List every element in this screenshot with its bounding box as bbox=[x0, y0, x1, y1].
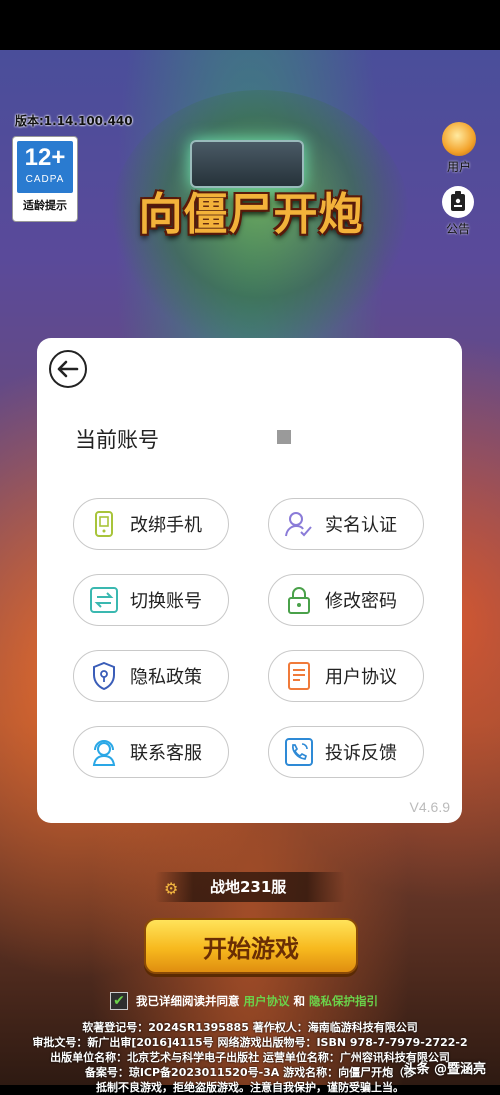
real-name-verify-label: 实名认证 bbox=[325, 515, 397, 536]
real-name-verify-button[interactable]: 实名认证 bbox=[268, 498, 424, 550]
current-account-value bbox=[277, 430, 291, 444]
change-password-button[interactable]: 修改密码 bbox=[268, 574, 424, 626]
age-rating-box: 12+ CADPA bbox=[17, 141, 73, 193]
privacy-policy-button[interactable]: 隐私政策 bbox=[73, 650, 229, 702]
user-button-label: 用户 bbox=[446, 160, 471, 174]
complaint-feedback-button[interactable]: 投诉反馈 bbox=[268, 726, 424, 778]
sdk-version: V4.6.9 bbox=[409, 799, 450, 815]
account-panel: 当前账号 改绑手机 实名认证 切换账号 修改密码 隐私政策 用户协议 联系客服 … bbox=[37, 338, 462, 823]
game-logo: 向僵尸开炮 bbox=[138, 189, 364, 240]
footer-line: 软著登记号：2024SR1395885 著作权人：海南临游科技有限公司 bbox=[82, 1021, 418, 1034]
user-agreement-label: 用户协议 bbox=[325, 667, 397, 688]
notice-button[interactable]: 公告 bbox=[436, 186, 480, 237]
change-password-label: 修改密码 bbox=[325, 591, 397, 612]
lock-icon bbox=[285, 586, 313, 614]
complaint-feedback-label: 投诉反馈 bbox=[325, 743, 397, 764]
age-rating-tip: 适龄提示 bbox=[23, 199, 67, 212]
user-agreement-button[interactable]: 用户协议 bbox=[268, 650, 424, 702]
headset-icon bbox=[90, 738, 118, 766]
shield-icon bbox=[90, 662, 118, 690]
privacy-policy-label: 隐私政策 bbox=[130, 667, 202, 688]
user-button[interactable]: 用户 bbox=[437, 122, 481, 175]
agreement-checkbox[interactable]: ✔ bbox=[110, 992, 128, 1010]
current-account-label: 当前账号 bbox=[75, 428, 159, 452]
gear-icon[interactable]: ⚙ bbox=[164, 879, 178, 898]
check-icon: ✔ bbox=[113, 993, 125, 1009]
watermark: 头条 @暨涵亮 bbox=[403, 1062, 486, 1077]
age-rating-org: CADPA bbox=[25, 174, 65, 185]
agreement-and: 和 bbox=[293, 994, 306, 1008]
agreement-row: ✔ 我已详细阅读并同意 用户协议 和 隐私保护指引 bbox=[110, 992, 382, 1010]
user-check-icon bbox=[285, 510, 313, 538]
switch-icon bbox=[90, 586, 118, 614]
notice-icon bbox=[442, 186, 474, 218]
start-game-button[interactable]: 开始游戏 bbox=[144, 918, 358, 974]
user-orb-icon bbox=[442, 122, 476, 156]
back-button[interactable] bbox=[49, 350, 87, 388]
contact-support-button[interactable]: 联系客服 bbox=[73, 726, 229, 778]
agreement-prefix: 我已详细阅读并同意 bbox=[136, 994, 240, 1008]
contact-support-label: 联系客服 bbox=[130, 743, 202, 764]
age-rating-badge[interactable]: 12+ CADPA 适龄提示 bbox=[12, 136, 78, 222]
top-status-area bbox=[0, 0, 500, 50]
switch-account-button[interactable]: 切换账号 bbox=[73, 574, 229, 626]
phone-icon bbox=[90, 510, 118, 538]
privacy-guide-link[interactable]: 隐私保护指引 bbox=[309, 993, 378, 1009]
age-rating-number: 12+ bbox=[24, 144, 66, 171]
switch-account-label: 切换账号 bbox=[130, 591, 202, 612]
rebind-phone-button[interactable]: 改绑手机 bbox=[73, 498, 229, 550]
server-name[interactable]: 战地231服 bbox=[210, 876, 286, 897]
rebind-phone-label: 改绑手机 bbox=[130, 515, 202, 536]
client-version: 版本:1.14.100.440 bbox=[15, 114, 133, 128]
complaint-phone-icon bbox=[285, 738, 313, 766]
footer-line: 抵制不良游戏，拒绝盗版游戏。注意自我保护，谨防受骗上当。 bbox=[96, 1081, 404, 1094]
user-agreement-link[interactable]: 用户协议 bbox=[244, 993, 290, 1009]
back-arrow-icon bbox=[57, 360, 79, 378]
footer-line: 审批文号：新广出审[2016]4115号 网络游戏出版物号：ISBN 978-7… bbox=[32, 1036, 468, 1049]
notice-button-label: 公告 bbox=[445, 222, 470, 236]
document-icon bbox=[285, 662, 313, 690]
